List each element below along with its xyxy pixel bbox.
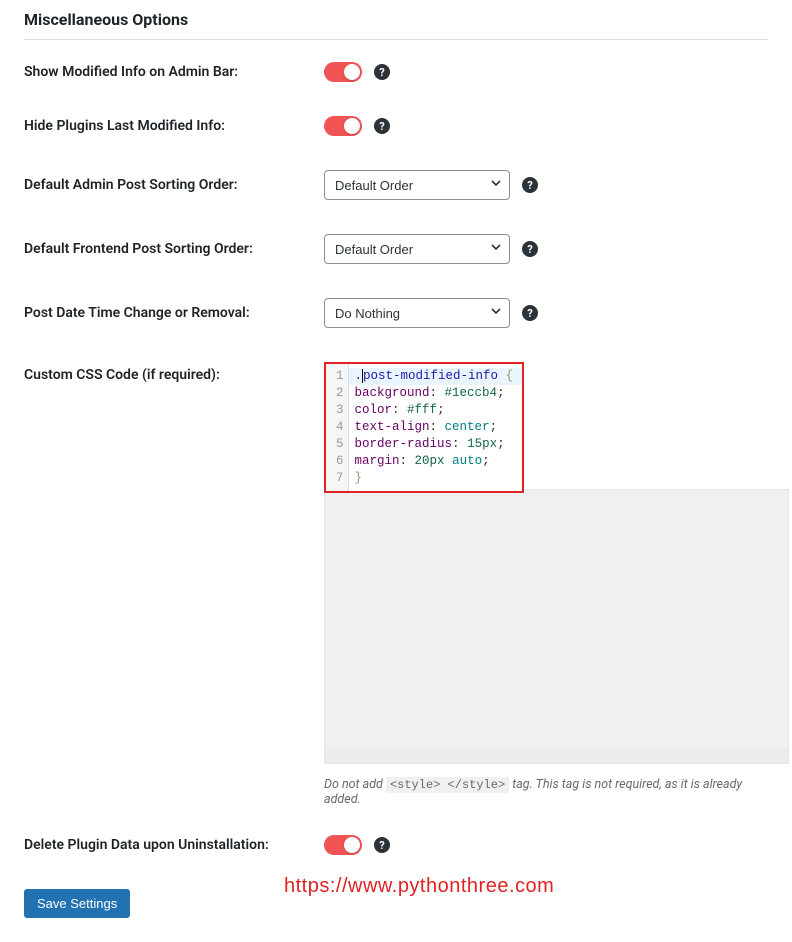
toggle-delete-on-uninstall[interactable] xyxy=(324,835,362,855)
toggle-show-modified-admin-bar[interactable] xyxy=(324,62,362,82)
help-icon[interactable]: ? xyxy=(522,177,538,193)
select-post-date-change[interactable]: Do Nothing xyxy=(324,298,510,328)
section-divider xyxy=(24,39,768,40)
help-icon[interactable]: ? xyxy=(522,305,538,321)
select-default-frontend-sort[interactable]: Default Order xyxy=(324,234,510,264)
help-icon[interactable]: ? xyxy=(522,241,538,257)
toggle-hide-plugins-last-modified[interactable] xyxy=(324,116,362,136)
row-delete-on-uninstall: Delete Plugin Data upon Uninstallation: … xyxy=(24,835,768,855)
row-show-modified-admin-bar: Show Modified Info on Admin Bar: ? xyxy=(24,62,768,82)
label-default-frontend-sort: Default Frontend Post Sorting Order: xyxy=(24,240,324,258)
label-post-date-change: Post Date Time Change or Removal: xyxy=(24,304,324,322)
row-custom-css: Custom CSS Code (if required): 1234567 .… xyxy=(24,362,768,807)
label-default-admin-sort: Default Admin Post Sorting Order: xyxy=(24,176,324,194)
help-icon[interactable]: ? xyxy=(374,64,390,80)
watermark-text: https://www.pythonthree.com xyxy=(284,875,554,898)
help-icon[interactable]: ? xyxy=(374,837,390,853)
label-delete-on-uninstall: Delete Plugin Data upon Uninstallation: xyxy=(24,836,324,854)
help-icon[interactable]: ? xyxy=(374,118,390,134)
label-hide-plugins-last-modified: Hide Plugins Last Modified Info: xyxy=(24,117,324,135)
row-post-date-change: Post Date Time Change or Removal: Do Not… xyxy=(24,298,768,328)
section-title: Miscellaneous Options xyxy=(24,10,768,29)
label-custom-css: Custom CSS Code (if required): xyxy=(24,362,324,384)
row-default-frontend-sort: Default Frontend Post Sorting Order: Def… xyxy=(24,234,768,264)
custom-css-editor[interactable]: 1234567 .post-modified-info {background:… xyxy=(324,362,524,493)
select-default-admin-sort[interactable]: Default Order xyxy=(324,170,510,200)
label-show-modified-admin-bar: Show Modified Info on Admin Bar: xyxy=(24,63,324,81)
custom-css-helper-note: Do not add <style> </style> tag. This ta… xyxy=(324,777,768,807)
row-default-admin-sort: Default Admin Post Sorting Order: Defaul… xyxy=(24,170,768,200)
row-hide-plugins-last-modified: Hide Plugins Last Modified Info: ? xyxy=(24,116,768,136)
save-settings-button[interactable]: Save Settings xyxy=(24,889,130,918)
